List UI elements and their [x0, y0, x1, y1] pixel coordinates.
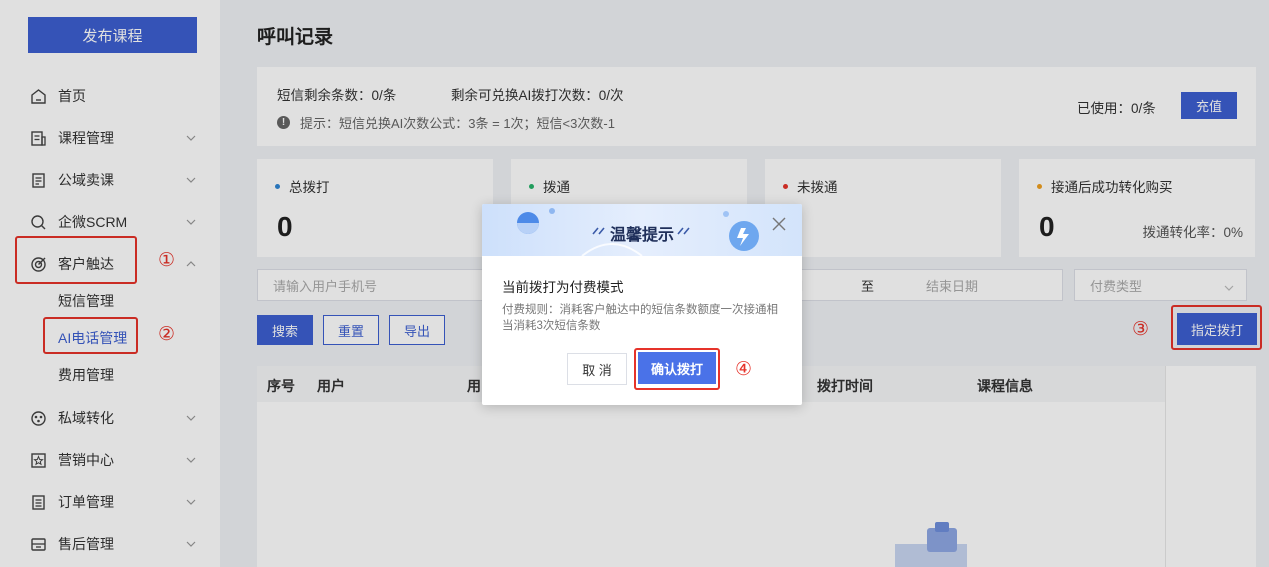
annotation-step-4: ④ — [735, 358, 753, 380]
close-icon[interactable] — [771, 216, 787, 232]
dialog-rule-text: 付费规则：消耗客户触达中的短信条数额度一次接通相当消耗3次短信条数 — [502, 304, 778, 332]
dialog-cancel-button[interactable]: 取 消 — [567, 353, 627, 385]
dialog-title: 温馨提示 — [609, 227, 674, 244]
dialog-header: 温馨提示 — [482, 204, 802, 256]
dialog-message: 当前拨打为付费模式 — [502, 280, 624, 295]
annotation-box-confirm — [634, 348, 720, 390]
